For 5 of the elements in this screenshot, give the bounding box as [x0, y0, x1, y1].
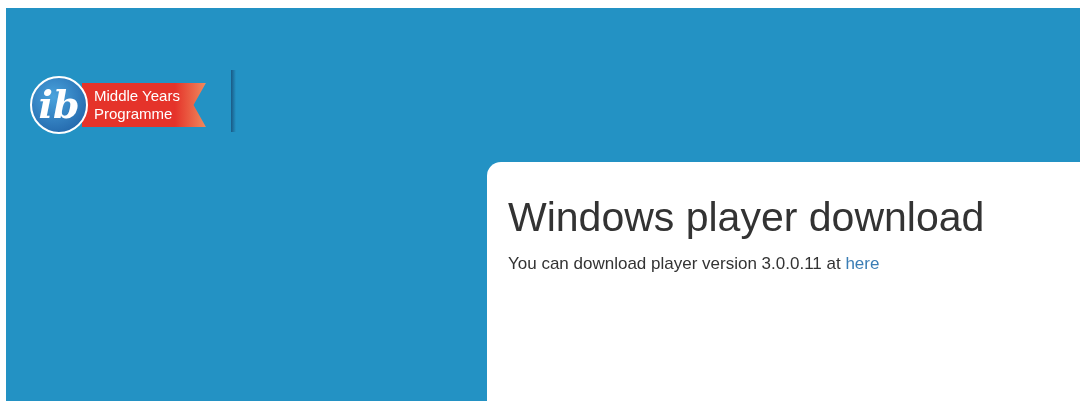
logo-mark: ib	[30, 76, 88, 134]
here-link[interactable]: here	[845, 254, 880, 273]
page-title: Windows player download	[508, 193, 986, 242]
download-sentence: You can download player version 3.0.0.11 at here	[508, 254, 881, 274]
logo-ribbon: Middle Years Programme	[82, 83, 206, 127]
